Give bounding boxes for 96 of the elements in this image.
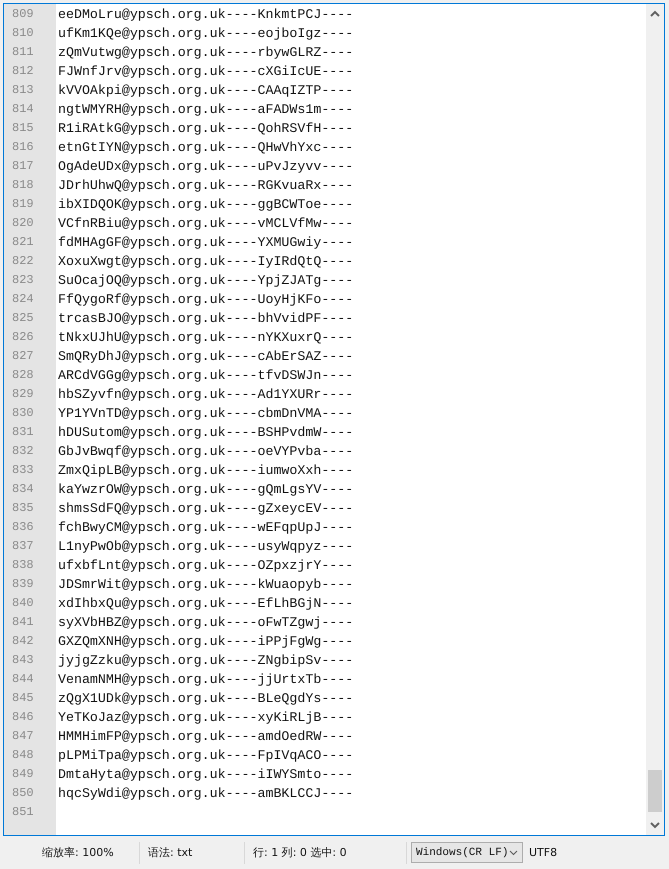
line-number: 837 — [12, 539, 34, 553]
text-line: ufxbfLnt@ypsch.org.uk----OZpxzjrY---- — [58, 557, 354, 575]
line-number: 831 — [12, 425, 34, 439]
line-number: 840 — [12, 596, 34, 610]
text-line: fdMHAgGF@ypsch.org.uk----YXMUGwiy---- — [58, 234, 354, 252]
line-number: 828 — [12, 368, 34, 382]
chevron-down-icon — [509, 850, 518, 856]
text-line: DmtaHyta@ypsch.org.uk----iIWYSmto---- — [58, 766, 354, 784]
text-line: syXVbHBZ@ypsch.org.uk----oFwTZgwj---- — [58, 614, 354, 632]
text-line: ibXIDQOK@ypsch.org.uk----ggBCWToe---- — [58, 196, 354, 214]
text-line: SuOcajOQ@ypsch.org.uk----YpjZJATg---- — [58, 272, 354, 290]
cursor-position: 行: 1 列: 0 选中: 0 — [253, 845, 347, 860]
line-number: 812 — [12, 64, 34, 78]
text-line: zQmVutwg@ypsch.org.uk----rbywGLRZ---- — [58, 44, 354, 62]
text-line: ufKm1KQe@ypsch.org.uk----eojboIgz---- — [58, 25, 354, 43]
line-number: 850 — [12, 786, 34, 800]
line-number: 847 — [12, 729, 34, 743]
text-line: FfQygoRf@ypsch.org.uk----UoyHjKFo---- — [58, 291, 354, 309]
line-number: 846 — [12, 710, 34, 724]
line-number: 833 — [12, 463, 34, 477]
line-number: 849 — [12, 767, 34, 781]
line-number: 830 — [12, 406, 34, 420]
line-number: 816 — [12, 140, 34, 154]
text-line: HMMHimFP@ypsch.org.uk----amdOedRW---- — [58, 728, 354, 746]
scroll-down-icon[interactable] — [650, 822, 660, 829]
line-number: 843 — [12, 653, 34, 667]
line-number: 834 — [12, 482, 34, 496]
text-line: trcasBJO@ypsch.org.uk----bhVvidPF---- — [58, 310, 354, 328]
line-number: 832 — [12, 444, 34, 458]
text-line: VenamNMH@ypsch.org.uk----jjUrtxTb---- — [58, 671, 354, 689]
line-number: 835 — [12, 501, 34, 515]
text-line: hDUSutom@ypsch.org.uk----BSHPvdmW---- — [58, 424, 354, 442]
line-number: 811 — [12, 45, 34, 59]
text-line: shmsSdFQ@ypsch.org.uk----gZxeycEV---- — [58, 500, 354, 518]
text-line: etnGtIYN@ypsch.org.uk----QHwVhYxc---- — [58, 139, 354, 157]
text-line: VCfnRBiu@ypsch.org.uk----vMCLVfMw---- — [58, 215, 354, 233]
text-line: ngtWMYRH@ypsch.org.uk----aFADWs1m---- — [58, 101, 354, 119]
scroll-thumb[interactable] — [648, 770, 662, 812]
text-line: hqcSyWdi@ypsch.org.uk----amBKLCCJ---- — [58, 785, 354, 803]
text-line: JDSmrWit@ypsch.org.uk----kWuaopyb---- — [58, 576, 354, 594]
text-line: JDrhUhwQ@ypsch.org.uk----RGKvuaRx---- — [58, 177, 354, 195]
line-number: 810 — [12, 26, 34, 40]
line-number: 839 — [12, 577, 34, 591]
line-number: 817 — [12, 159, 34, 173]
scroll-up-icon[interactable] — [650, 10, 660, 17]
line-number: 822 — [12, 254, 34, 268]
line-number: 851 — [12, 805, 34, 819]
line-number: 827 — [12, 349, 34, 363]
text-editor[interactable] — [3, 3, 665, 836]
scrollbar[interactable] — [646, 4, 664, 835]
line-number: 824 — [12, 292, 34, 306]
text-line: YP1YVnTD@ypsch.org.uk----cbmDnVMA---- — [58, 405, 354, 423]
text-line: kVVOAkpi@ypsch.org.uk----CAAqIZTP---- — [58, 82, 354, 100]
text-line: hbSZyvfn@ypsch.org.uk----Ad1YXURr---- — [58, 386, 354, 404]
text-line: eeDMoLru@ypsch.org.uk----KnkmtPCJ---- — [58, 6, 354, 24]
line-number: 844 — [12, 672, 34, 686]
text-line: pLPMiTpa@ypsch.org.uk----FpIVqACO---- — [58, 747, 354, 765]
line-number: 825 — [12, 311, 34, 325]
text-line: L1nyPwOb@ypsch.org.uk----usyWqpyz---- — [58, 538, 354, 556]
line-number: 815 — [12, 121, 34, 135]
text-line: XoxuXwgt@ypsch.org.uk----IyIRdQtQ---- — [58, 253, 354, 271]
line-number: 818 — [12, 178, 34, 192]
line-number: 848 — [12, 748, 34, 762]
line-number: 836 — [12, 520, 34, 534]
text-line: kaYwzrOW@ypsch.org.uk----gQmLgsYV---- — [58, 481, 354, 499]
text-line: R1iRAtkG@ypsch.org.uk----QohRSVfH---- — [58, 120, 354, 138]
text-line: fchBwyCM@ypsch.org.uk----wEFqpUpJ---- — [58, 519, 354, 537]
text-line: GbJvBwqf@ypsch.org.uk----oeVYPvba---- — [58, 443, 354, 461]
encoding-label: UTF8 — [529, 846, 558, 859]
text-line: YeTKoJaz@ypsch.org.uk----xyKiRLjB---- — [58, 709, 354, 727]
line-number: 819 — [12, 197, 34, 211]
line-number: 838 — [12, 558, 34, 572]
line-number: 809 — [12, 7, 34, 21]
text-line: jyjgZzku@ypsch.org.uk----ZNgbipSv---- — [58, 652, 354, 670]
zoom-level: 缩放率: 100% — [42, 845, 114, 860]
text-line: GXZQmXNH@ypsch.org.uk----iPPjFgWg---- — [58, 633, 354, 651]
syntax-label: 语法: txt — [148, 845, 192, 860]
text-line: tNkxUJhU@ypsch.org.uk----nYKXuxrQ---- — [58, 329, 354, 347]
line-number: 821 — [12, 235, 34, 249]
line-number: 814 — [12, 102, 34, 116]
line-number: 813 — [12, 83, 34, 97]
text-line: OgAdeUDx@ypsch.org.uk----uPvJzyvv---- — [58, 158, 354, 176]
line-number: 823 — [12, 273, 34, 287]
text-line: ZmxQipLB@ypsch.org.uk----iumwoXxh---- — [58, 462, 354, 480]
line-number: 842 — [12, 634, 34, 648]
line-ending-dropdown[interactable]: Windows(CR LF) — [411, 842, 523, 863]
line-number: 841 — [12, 615, 34, 629]
text-line: FJWnfJrv@ypsch.org.uk----cXGiIcUE---- — [58, 63, 354, 81]
line-number: 826 — [12, 330, 34, 344]
line-number: 820 — [12, 216, 34, 230]
line-number: 845 — [12, 691, 34, 705]
text-line: xdIhbxQu@ypsch.org.uk----EfLhBGjN---- — [58, 595, 354, 613]
text-line: SmQRyDhJ@ypsch.org.uk----cAbErSAZ---- — [58, 348, 354, 366]
line-number: 829 — [12, 387, 34, 401]
text-line: zQgX1UDk@ypsch.org.uk----BLeQgdYs---- — [58, 690, 354, 708]
text-line: ARCdVGGg@ypsch.org.uk----tfvDSWJn---- — [58, 367, 354, 385]
